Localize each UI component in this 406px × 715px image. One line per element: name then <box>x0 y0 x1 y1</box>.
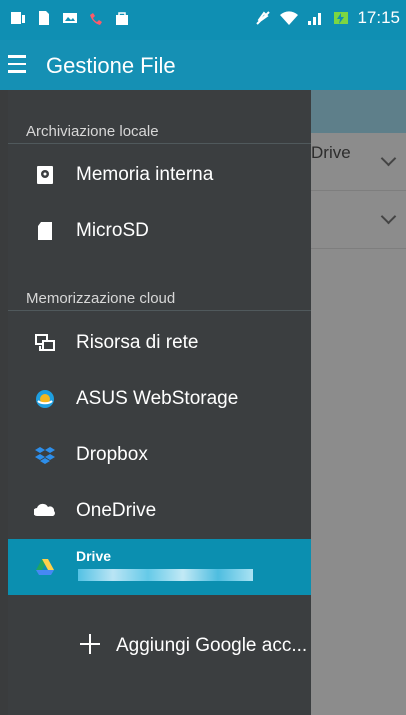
chevron-down-icon <box>380 208 397 225</box>
signal-icon <box>308 13 322 25</box>
navigation-drawer: Archiviazione locale Memoria interna Mic… <box>8 90 311 715</box>
phone-storage-icon <box>37 166 53 184</box>
drawer-item-label: Risorsa di rete <box>76 332 199 353</box>
app-bar: Gestione File <box>0 40 406 90</box>
section-label-cloud: Memorizzazione cloud <box>26 290 176 307</box>
drawer-item-asus-webstorage[interactable]: ASUS WebStorage <box>8 371 311 427</box>
document-icon <box>39 11 49 25</box>
drawer-item-label: MicroSD <box>76 220 149 241</box>
battery-charging-icon <box>334 12 349 24</box>
drawer-item-internal-memory[interactable]: Memoria interna <box>8 147 311 203</box>
app-title: Gestione File <box>46 53 176 78</box>
wifi-icon <box>280 11 299 25</box>
divider <box>8 143 311 144</box>
drawer-item-label: Dropbox <box>76 444 148 465</box>
drawer-item-label: Memoria interna <box>76 164 214 185</box>
drawer-item-dropbox[interactable]: Dropbox <box>8 427 311 483</box>
background-item-label: Drive <box>311 143 351 162</box>
status-bar: 17:15 <box>0 0 406 40</box>
drawer-item-label: ASUS WebStorage <box>76 388 239 409</box>
notification-icons <box>10 10 130 26</box>
missed-call-icon <box>90 13 102 25</box>
clock: 17:15 <box>357 8 400 27</box>
section-label-local: Archiviazione locale <box>26 123 159 140</box>
background-header <box>311 90 406 133</box>
sd-card-icon <box>38 222 52 240</box>
drawer-item-label: Drive <box>76 548 112 564</box>
photo-icon <box>63 13 77 23</box>
drawer-item-google-drive[interactable]: Drive <box>8 539 311 595</box>
add-google-account-button[interactable]: Aggiungi Google acc... <box>8 618 311 674</box>
network-share-icon <box>35 334 55 351</box>
dropbox-icon <box>35 447 55 464</box>
chevron-down-icon <box>380 150 397 167</box>
asus-webstorage-icon <box>36 390 54 408</box>
mute-icon <box>256 11 271 25</box>
onedrive-icon <box>34 503 55 516</box>
shopping-bag-icon <box>116 12 128 25</box>
drawer-item-microsd[interactable]: MicroSD <box>8 203 311 259</box>
drawer-item-label: OneDrive <box>76 500 157 521</box>
menu-icon[interactable] <box>8 55 26 73</box>
background-list-item <box>311 191 406 249</box>
background-content: Drive <box>311 90 406 715</box>
google-drive-icon <box>36 559 54 575</box>
plus-icon <box>80 634 100 654</box>
drawer-item-onedrive[interactable]: OneDrive <box>8 483 311 539</box>
divider <box>8 310 311 311</box>
background-list-item: Drive <box>311 133 406 191</box>
account-email-redacted <box>78 569 253 581</box>
system-icons: 17:15 <box>255 8 400 28</box>
notification-icon <box>11 12 25 24</box>
drawer-item-network-share[interactable]: Risorsa di rete <box>8 315 311 371</box>
add-account-label: Aggiungi Google acc... <box>116 635 308 656</box>
